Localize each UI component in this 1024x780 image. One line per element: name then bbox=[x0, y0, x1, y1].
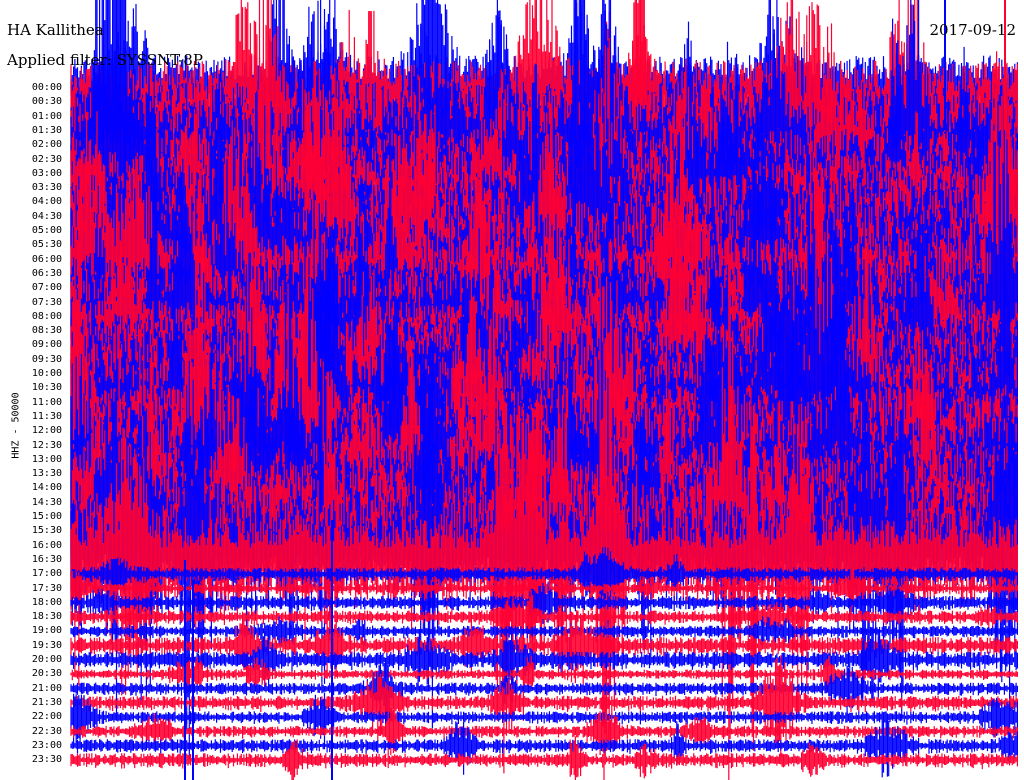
hour-label: 00:30 bbox=[31, 96, 62, 108]
channel-label: HHZ - 50000 bbox=[10, 392, 22, 459]
hour-label: 05:30 bbox=[31, 239, 62, 251]
hour-label: 18:00 bbox=[31, 596, 62, 608]
hour-label: 16:30 bbox=[31, 553, 62, 565]
helicorder-plot bbox=[70, 0, 1018, 780]
hour-label: 04:00 bbox=[31, 196, 62, 208]
hour-label: 21:00 bbox=[31, 682, 62, 694]
hour-label: 21:30 bbox=[31, 696, 62, 708]
hour-label: 04:30 bbox=[31, 210, 62, 222]
hour-label: 09:30 bbox=[31, 353, 62, 365]
hour-label: 07:30 bbox=[31, 296, 62, 308]
hour-label: 07:00 bbox=[31, 282, 62, 294]
hour-label: 16:00 bbox=[31, 539, 62, 551]
hour-label: 20:00 bbox=[31, 654, 62, 665]
hour-label: 02:00 bbox=[31, 139, 62, 151]
hour-label: 14:00 bbox=[31, 482, 62, 494]
hour-label: 01:00 bbox=[31, 110, 62, 122]
hour-label: 06:00 bbox=[31, 253, 62, 265]
hour-label: 08:30 bbox=[31, 325, 62, 337]
hour-label: 20:30 bbox=[31, 668, 62, 680]
hour-label: 15:00 bbox=[31, 511, 62, 522]
hour-label: 22:00 bbox=[31, 711, 62, 723]
date-label: 2017-09-12 bbox=[929, 21, 1016, 39]
hour-label: 03:00 bbox=[31, 167, 62, 179]
hour-label: 23:30 bbox=[31, 754, 62, 766]
hour-label: 17:00 bbox=[31, 568, 62, 580]
hour-label: 15:30 bbox=[31, 525, 62, 537]
hour-label: 01:30 bbox=[31, 124, 62, 136]
filter-label: Applied filter: SYSSNT-8P bbox=[7, 51, 203, 69]
hour-label: 19:30 bbox=[31, 639, 62, 651]
hour-label: 00:00 bbox=[31, 82, 62, 93]
hour-label: 03:30 bbox=[31, 182, 62, 194]
hour-label: 17:30 bbox=[31, 582, 62, 594]
hour-label: 23:00 bbox=[31, 739, 62, 751]
hour-label: 02:30 bbox=[31, 153, 62, 165]
hour-label: 08:00 bbox=[31, 310, 62, 322]
hour-label: 09:00 bbox=[31, 339, 62, 351]
station-title: HA Kallithea bbox=[7, 21, 104, 39]
hour-label: 18:30 bbox=[31, 611, 62, 623]
hour-label: 14:30 bbox=[31, 496, 62, 508]
seismic-trace bbox=[70, 716, 1018, 778]
hour-label: 22:30 bbox=[31, 725, 62, 737]
hour-label: 19:00 bbox=[31, 625, 62, 637]
hour-label: 05:00 bbox=[31, 225, 62, 236]
hour-label: 06:30 bbox=[31, 267, 62, 279]
